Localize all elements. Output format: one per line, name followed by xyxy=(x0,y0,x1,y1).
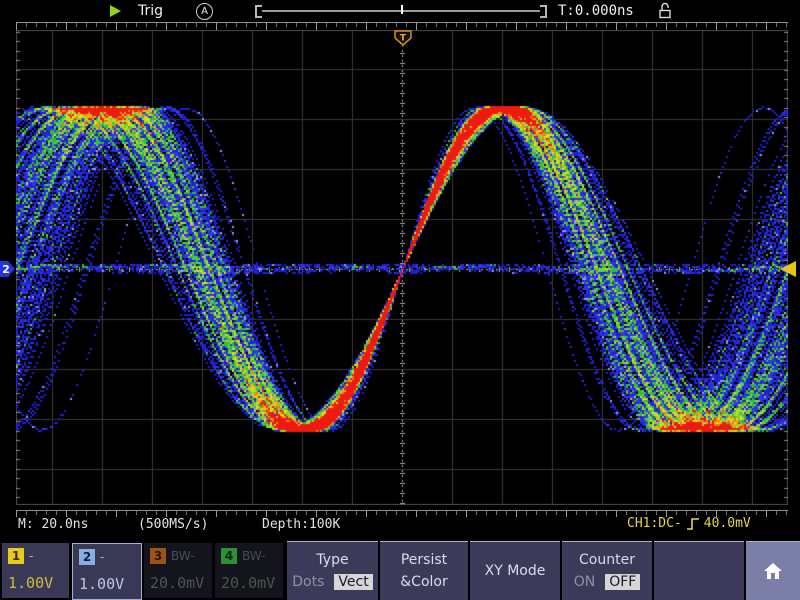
channel-1-coupling: - xyxy=(29,549,33,563)
trigger-time-readout: T:0.000ns xyxy=(558,3,634,19)
trigger-level-readout: 40.0mV xyxy=(704,516,751,531)
trigger-position-marker[interactable]: T xyxy=(394,30,412,46)
channel-4-box[interactable]: 4 BW- 20.0mV xyxy=(215,543,283,598)
rising-edge-icon xyxy=(686,517,700,531)
channel-4-coupling: BW- xyxy=(242,549,266,563)
home-button[interactable] xyxy=(746,541,800,600)
channel-4-badge: 4 xyxy=(221,548,237,564)
menu-cell-counter[interactable]: Counter ON OFF xyxy=(562,541,652,600)
menu-persist-line1: Persist xyxy=(401,552,447,568)
trigger-settings-readout: CH1:DC- 40.0mV xyxy=(627,516,751,531)
menu-cell-empty xyxy=(654,541,744,600)
menu-cell-xy-mode[interactable]: XY Mode xyxy=(470,541,560,600)
channel-2-coupling: - xyxy=(100,550,104,564)
menu-cell-persist-color[interactable]: Persist &Color xyxy=(380,541,468,600)
ch2-level-marker[interactable]: 2 xyxy=(0,261,16,278)
channel-3-badge: 3 xyxy=(150,548,166,564)
channel-4-scale: 20.0mV xyxy=(221,574,275,592)
menu-type-option-dots: Dots xyxy=(292,574,324,590)
trigger-position-thumb xyxy=(401,5,403,14)
depth-readout: Depth:100K xyxy=(262,517,340,532)
trigger-source-readout: CH1:DC- xyxy=(627,516,682,531)
menu-persist-line2: &Color xyxy=(400,574,447,590)
trigger-level-arrow-icon[interactable] xyxy=(777,260,797,278)
channel-3-coupling: BW- xyxy=(171,549,195,563)
bracket-right-icon xyxy=(540,5,547,18)
auto-trigger-icon: A xyxy=(196,3,213,20)
sample-rate-readout: (500MS/s) xyxy=(138,517,208,532)
oscilloscope-screen: Trig A T:0.000ns T 2 M: 20.0ns (500MS/s)… xyxy=(0,0,800,600)
bracket-left-icon xyxy=(255,5,262,18)
home-icon xyxy=(763,562,783,580)
channel-2-badge: 2 xyxy=(79,549,95,565)
menu-counter-title: Counter xyxy=(579,552,635,568)
waveform-display xyxy=(16,30,788,505)
top-status-bar: Trig A T:0.000ns xyxy=(0,0,800,22)
channel-1-badge: 1 xyxy=(8,548,24,564)
menu-type-option-vect: Vect xyxy=(334,574,372,590)
channel-3-box[interactable]: 3 BW- 20.0mV xyxy=(144,543,212,598)
menu-cell-type[interactable]: Type Dots Vect xyxy=(287,541,378,600)
channel-3-scale: 20.0mV xyxy=(150,574,204,592)
channel-2-scale: 1.00V xyxy=(79,575,124,593)
channel-2-box[interactable]: 2 - 1.00V xyxy=(72,543,142,600)
unlock-icon xyxy=(656,1,674,20)
channel-1-scale: 1.00V xyxy=(8,574,53,592)
menu-counter-option-on: ON xyxy=(574,574,596,590)
menu-type-title: Type xyxy=(316,552,348,568)
run-play-icon xyxy=(110,5,121,17)
channel-1-box[interactable]: 1 - 1.00V xyxy=(2,543,69,598)
menu-xy-label: XY Mode xyxy=(485,563,546,579)
trigger-position-marker-label: T xyxy=(400,34,407,44)
ch2-level-marker-label: 2 xyxy=(2,263,10,276)
trig-label: Trig xyxy=(138,3,163,19)
trigger-position-bar[interactable] xyxy=(255,4,547,18)
timebase-readout: M: 20.0ns xyxy=(18,517,88,532)
menu-counter-option-off: OFF xyxy=(605,574,640,590)
